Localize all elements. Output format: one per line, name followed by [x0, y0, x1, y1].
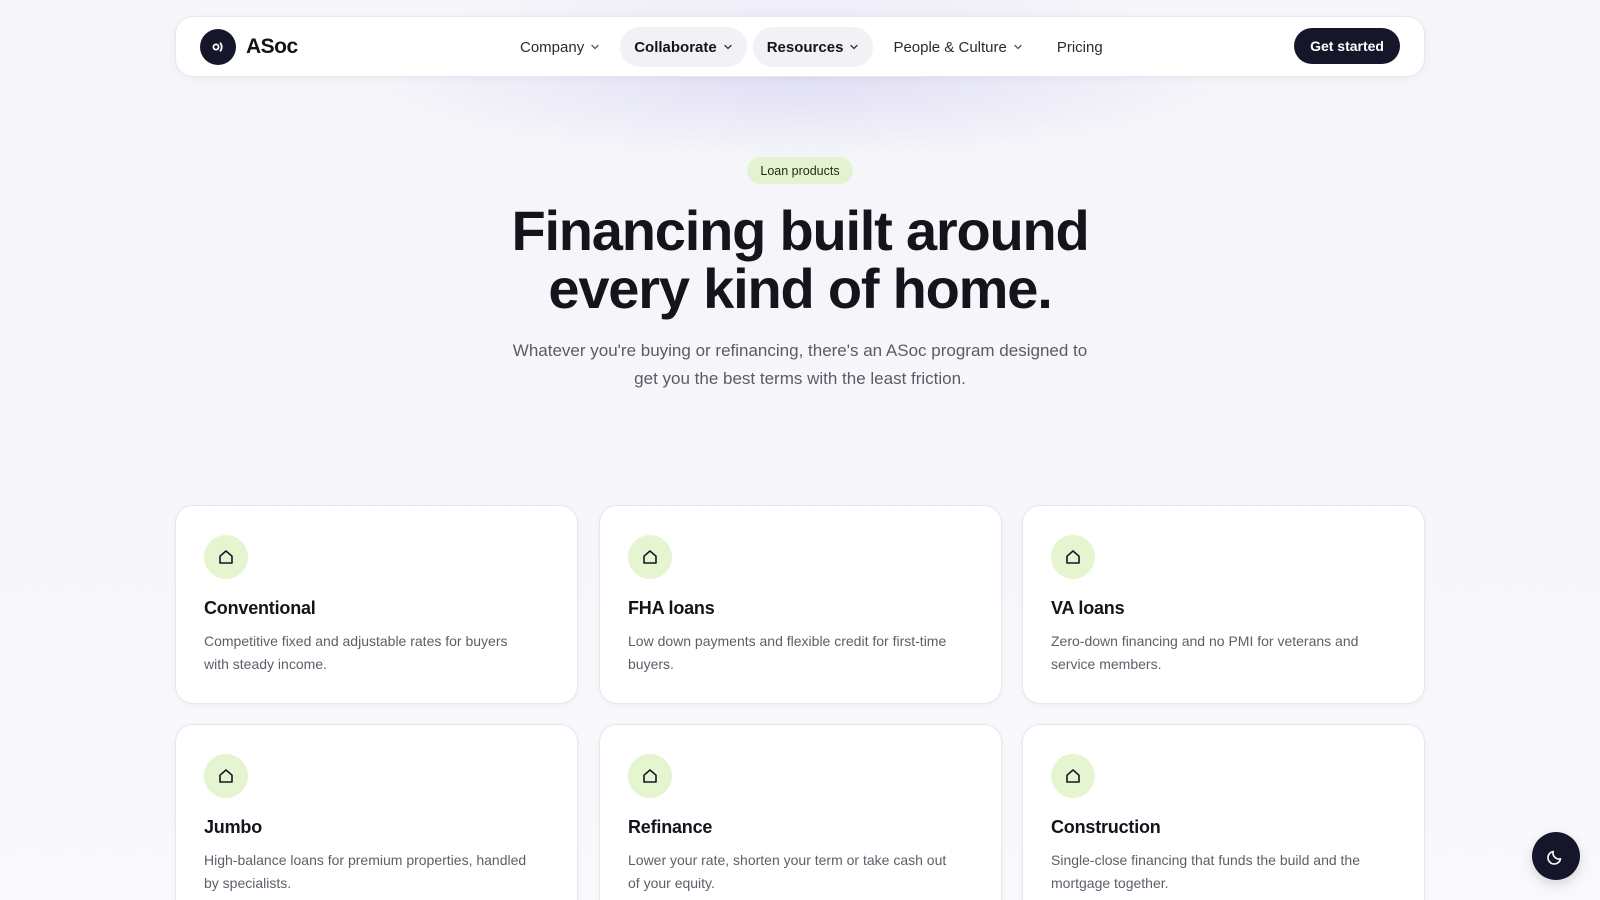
top-navigation: ASoc Company Collaborate Resources Peopl…	[175, 16, 1425, 77]
card-description: Low down payments and flexible credit fo…	[628, 633, 947, 672]
menu-item-collaborate[interactable]: Collaborate	[620, 27, 747, 67]
chevron-down-icon	[591, 44, 599, 50]
card-description: Lower your rate, shorten your term or ta…	[628, 852, 947, 891]
menu-item-label: Pricing	[1056, 38, 1103, 56]
title-line: every kind of home.	[548, 257, 1052, 320]
title-line: Financing built around	[511, 199, 1089, 262]
theme-toggle-button[interactable]	[1532, 832, 1580, 880]
house-icon	[204, 754, 248, 798]
card-description: Single-close financing that funds the bu…	[1051, 852, 1360, 891]
chevron-down-icon	[724, 44, 732, 50]
card-title: FHA loans	[628, 598, 715, 618]
brand-logo[interactable]: ASoc	[200, 29, 298, 65]
get-started-button[interactable]: Get started	[1294, 28, 1400, 64]
menu-item-company[interactable]: Company	[506, 27, 614, 67]
house-icon	[1051, 754, 1095, 798]
loan-card-va[interactable]: VA loans Zero-down financing and no PMI …	[1022, 505, 1425, 704]
house-icon	[204, 535, 248, 579]
page-title: Financing built around every kind of hom…	[300, 202, 1300, 318]
loan-card-construction[interactable]: Construction Single-close financing that…	[1022, 724, 1425, 900]
loan-card-jumbo[interactable]: Jumbo High-balance loans for premium pro…	[175, 724, 578, 900]
house-icon	[628, 754, 672, 798]
chevron-down-icon	[850, 44, 859, 50]
card-title: Jumbo	[204, 817, 263, 837]
menu-item-label: Resources	[766, 38, 844, 56]
card-title: Construction	[1051, 817, 1161, 837]
loan-card-conventional[interactable]: Conventional Competitive fixed and adjus…	[175, 505, 578, 704]
page-subtitle: Whatever you're buying or refinancing, t…	[500, 337, 1100, 393]
card-description: High-balance loans for premium propertie…	[204, 852, 527, 891]
house-icon	[628, 535, 672, 579]
subtitle-line: Whatever you're buying or refinancing, t…	[512, 341, 1088, 360]
menu-item-resources[interactable]: Resources	[752, 27, 874, 67]
card-title: VA loans	[1051, 598, 1125, 618]
loan-card-fha[interactable]: FHA loans Low down payments and flexible…	[599, 505, 1002, 704]
menu-item-pricing[interactable]: Pricing	[1043, 27, 1117, 67]
subtitle-line: get you the best terms with the least fr…	[634, 369, 966, 388]
menu-item-label: Company	[520, 38, 585, 56]
eyebrow-badge: Loan products	[747, 157, 853, 184]
chevron-down-icon	[1014, 44, 1022, 50]
menu-item-label: People & Culture	[893, 38, 1007, 56]
menu-item-label: Collaborate	[634, 38, 717, 56]
main-menu: Company Collaborate Resources People & C…	[506, 27, 1123, 67]
menu-item-people-culture[interactable]: People & Culture	[879, 27, 1036, 67]
card-description: Competitive fixed and adjustable rates f…	[204, 633, 508, 672]
card-title: Refinance	[628, 817, 713, 837]
card-title: Conventional	[204, 598, 316, 618]
house-icon	[1051, 535, 1095, 579]
card-description: Zero-down financing and no PMI for veter…	[1051, 633, 1359, 672]
logo-icon	[200, 29, 236, 65]
loan-card-refinance[interactable]: Refinance Lower your rate, shorten your …	[599, 724, 1002, 900]
moon-icon	[1547, 850, 1562, 865]
brand-name: ASoc	[246, 35, 298, 58]
